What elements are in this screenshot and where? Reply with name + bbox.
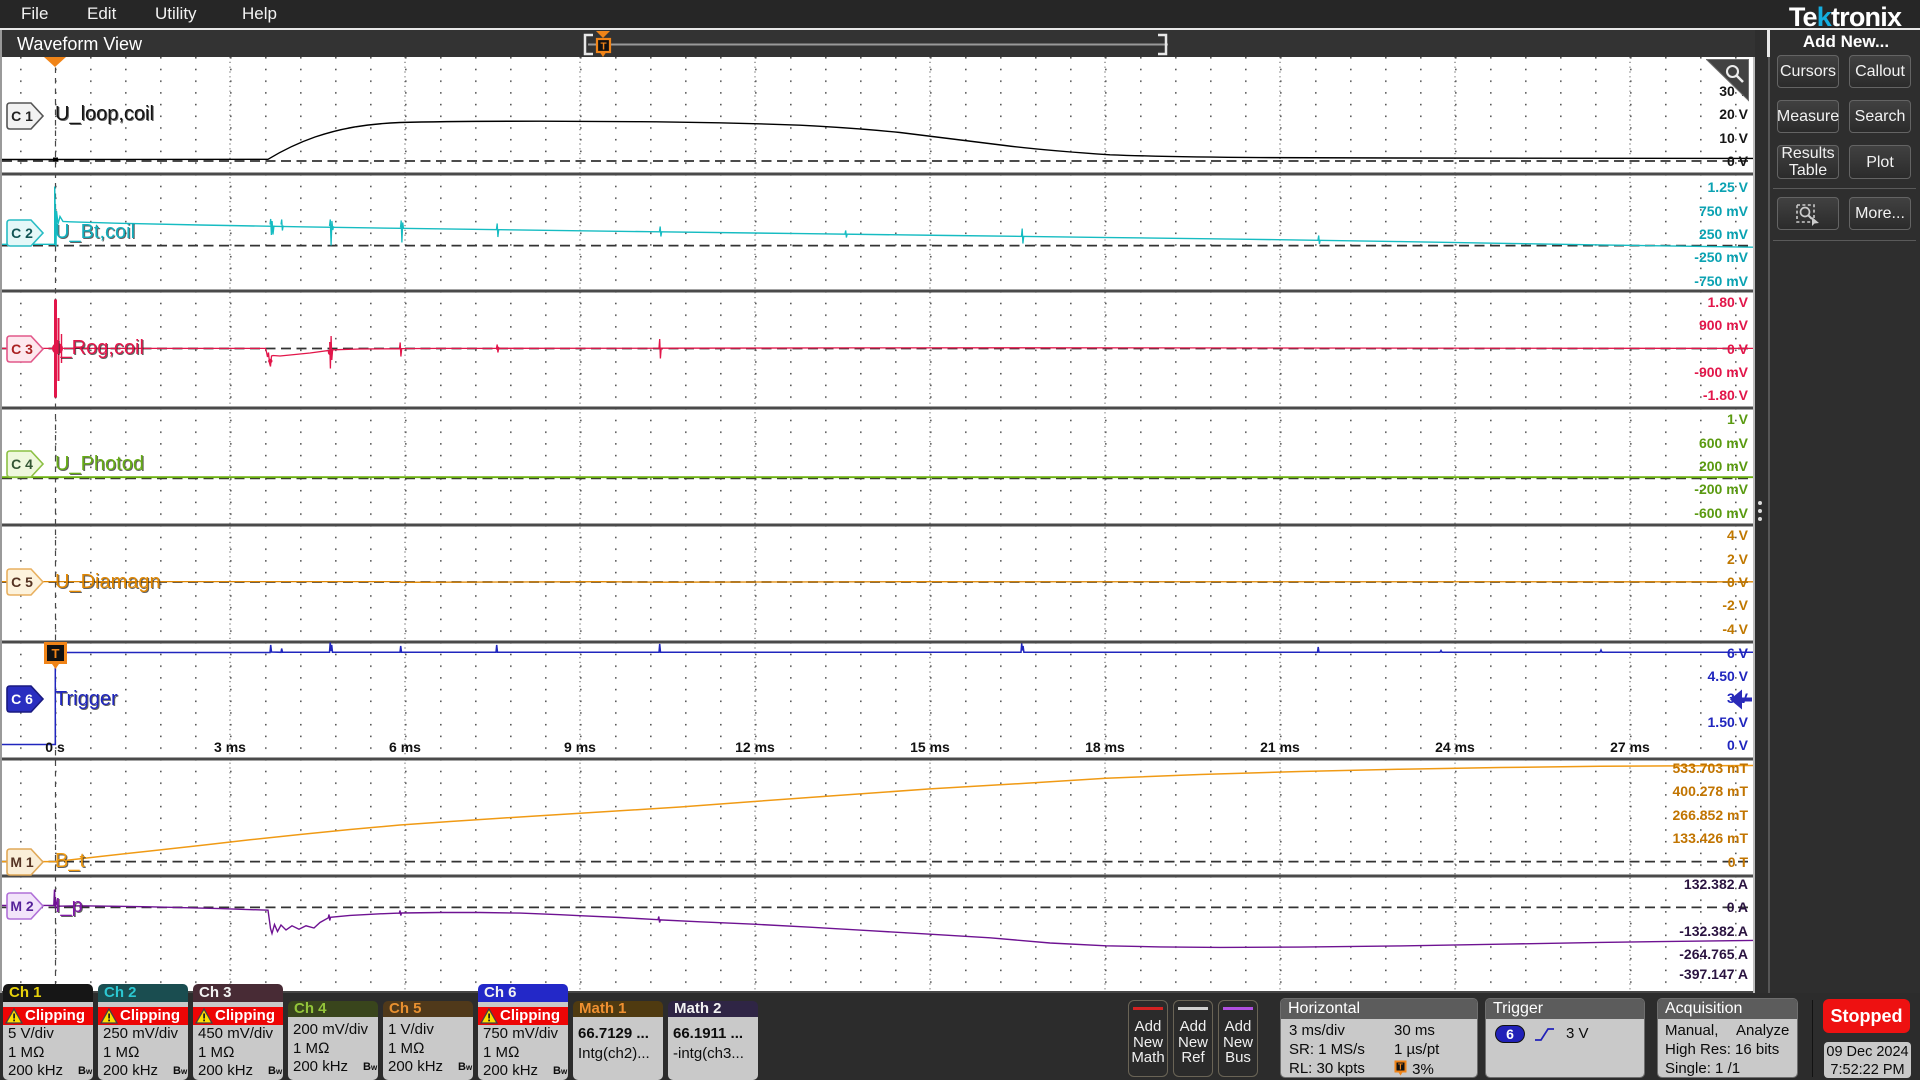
svg-text:C 1: C 1: [11, 108, 33, 124]
svg-text:C 2: C 2: [11, 225, 33, 241]
svg-text:T: T: [52, 646, 60, 661]
svg-text:T: T: [1398, 1063, 1403, 1072]
svg-text:C 3: C 3: [11, 341, 33, 357]
svg-text:C 6: C 6: [11, 691, 33, 707]
svg-text:M 2: M 2: [10, 898, 34, 914]
svg-text:T: T: [600, 42, 606, 53]
svg-text:M 1: M 1: [10, 854, 34, 870]
svg-text:C 5: C 5: [11, 574, 33, 590]
svg-text:C 4: C 4: [11, 456, 33, 472]
